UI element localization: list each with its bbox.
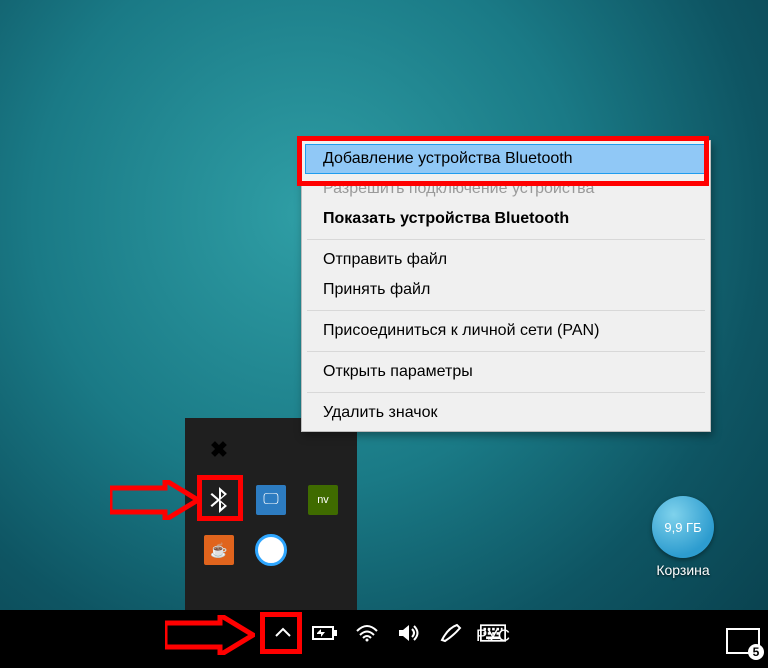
action-center-icon[interactable]: 5 (726, 624, 760, 654)
tray-display-icon[interactable]: 🖵 (249, 478, 293, 522)
taskbar-system-icons (270, 620, 506, 646)
menu-open-settings[interactable]: Открыть параметры (305, 357, 707, 387)
recycle-bin-size: 9,9 ГБ (664, 520, 701, 535)
menu-separator (307, 351, 705, 352)
menu-separator (307, 239, 705, 240)
notification-count-badge: 5 (748, 644, 764, 660)
tray-bluetooth-icon[interactable] (197, 478, 241, 522)
tray-java-icon[interactable]: ☕ (197, 528, 241, 572)
system-tray-flyout: ✖ 🖵 nv ☕ (185, 418, 357, 610)
input-language-indicator[interactable]: РУС (476, 626, 510, 646)
menu-separator (307, 392, 705, 393)
menu-join-pan[interactable]: Присоединиться к личной сети (PAN) (305, 316, 707, 346)
tray-disabled-touch-icon[interactable]: ✖ (197, 428, 241, 472)
wifi-icon[interactable] (354, 620, 380, 646)
menu-receive-file[interactable]: Принять файл (305, 275, 707, 305)
menu-show-bluetooth-devices[interactable]: Показать устройства Bluetooth (305, 204, 707, 234)
bluetooth-context-menu: Добавление устройства Bluetooth Разрешит… (301, 140, 711, 432)
menu-remove-icon[interactable]: Удалить значок (305, 398, 707, 428)
bluetooth-icon (208, 486, 230, 514)
tray-nvidia-icon[interactable]: nv (301, 478, 345, 522)
tray-cortana-icon[interactable] (249, 528, 293, 572)
menu-separator (307, 310, 705, 311)
recycle-bin-icon: 9,9 ГБ (652, 496, 714, 558)
tray-chevron-up-icon[interactable] (270, 620, 296, 646)
volume-icon[interactable] (396, 620, 422, 646)
recycle-bin-label: Корзина (638, 562, 728, 578)
menu-send-file[interactable]: Отправить файл (305, 245, 707, 275)
battery-icon[interactable] (312, 620, 338, 646)
menu-allow-device-connection: Разрешить подключение устройства (305, 174, 707, 204)
pen-icon[interactable] (438, 620, 464, 646)
recycle-bin[interactable]: 9,9 ГБ Корзина (638, 496, 728, 578)
menu-add-bluetooth-device[interactable]: Добавление устройства Bluetooth (305, 144, 707, 174)
taskbar: РУС 5 (0, 610, 768, 668)
